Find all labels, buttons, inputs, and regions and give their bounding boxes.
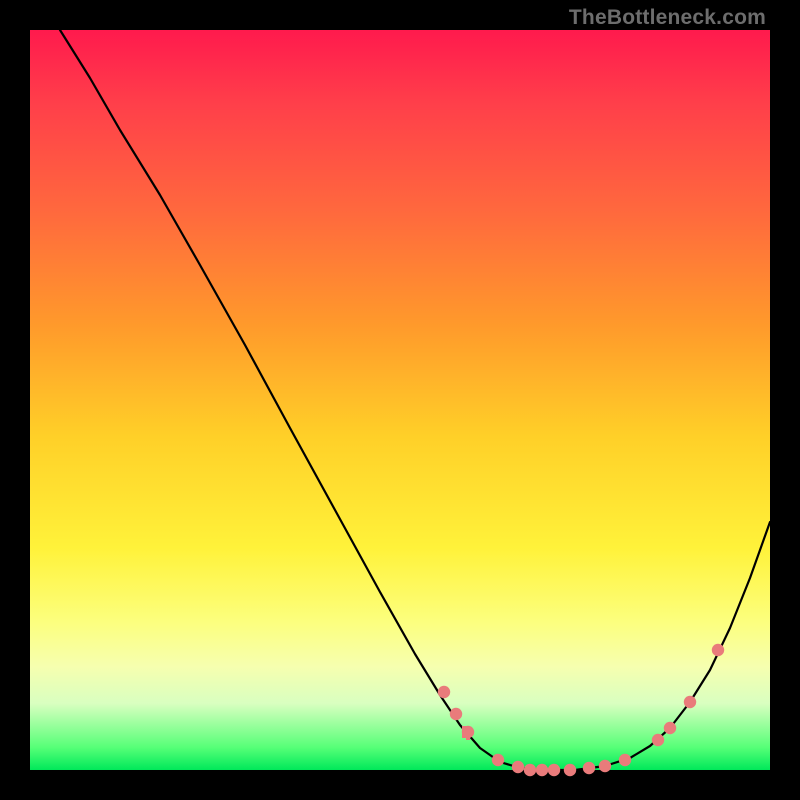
- data-point: [712, 644, 724, 656]
- data-point: [492, 754, 504, 766]
- data-point: [619, 754, 631, 766]
- data-point: [583, 762, 595, 774]
- data-point: [524, 764, 536, 776]
- data-point: [438, 686, 450, 698]
- data-point: [664, 722, 676, 734]
- data-point: [564, 764, 576, 776]
- watermark-text: TheBottleneck.com: [569, 6, 766, 30]
- bottleneck-curve: [60, 30, 770, 770]
- data-point: [536, 764, 548, 776]
- data-point: [652, 734, 664, 746]
- data-point: [599, 760, 611, 772]
- data-point: [548, 764, 560, 776]
- bottleneck-curve-chart: [30, 30, 770, 770]
- data-point: [450, 708, 462, 720]
- data-dots: [438, 644, 724, 776]
- data-point: [684, 696, 696, 708]
- data-tick: [466, 730, 470, 740]
- data-tick: [462, 726, 466, 738]
- data-point: [512, 761, 524, 773]
- chart-frame: TheBottleneck.com: [0, 0, 800, 800]
